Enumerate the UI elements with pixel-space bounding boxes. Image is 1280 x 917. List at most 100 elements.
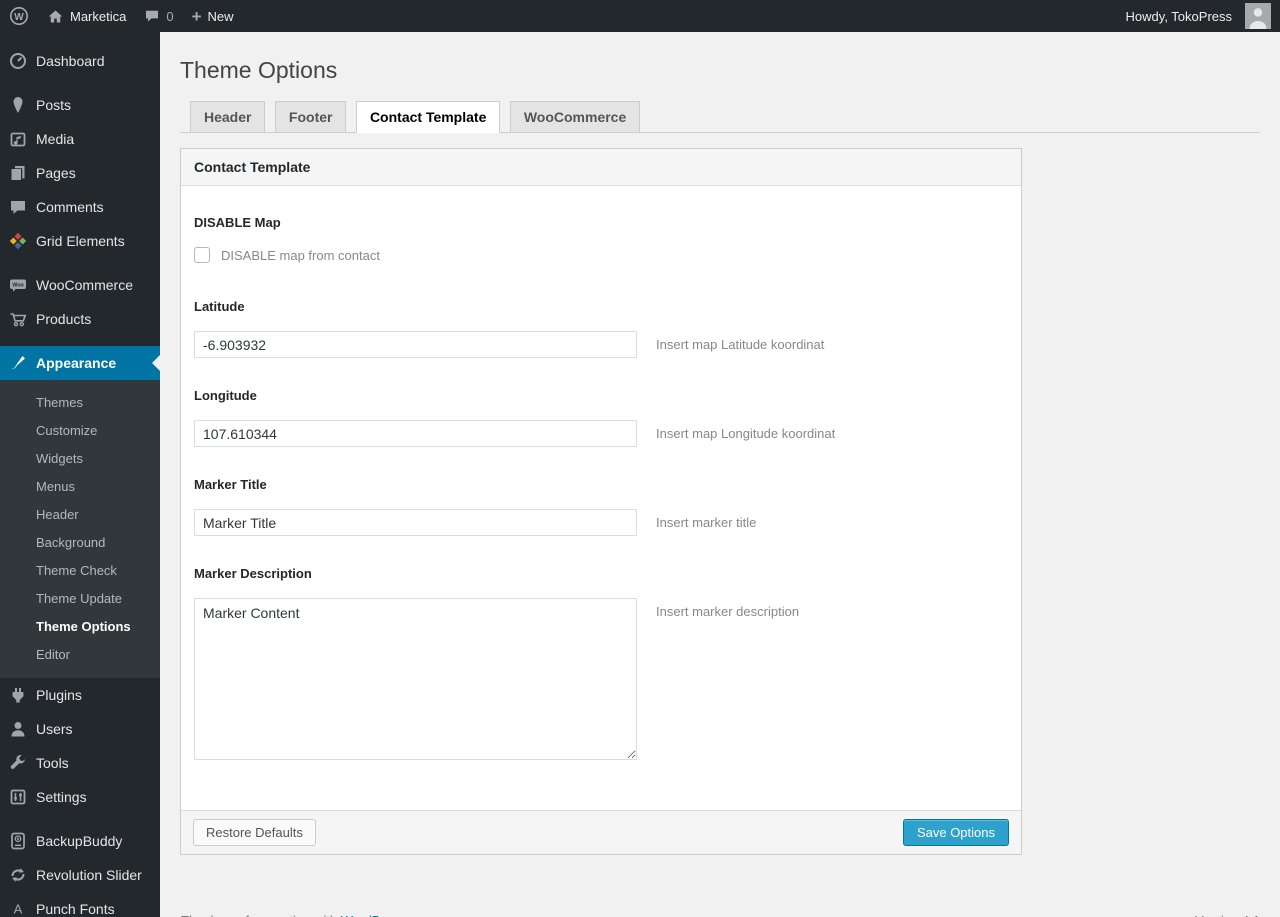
save-options-button[interactable]: Save Options — [902, 819, 1009, 846]
sidebar-item-label: Products — [36, 311, 92, 327]
submenu-item-theme-options[interactable]: Theme Options — [0, 613, 160, 641]
tab-footer[interactable]: Footer — [274, 101, 347, 133]
longitude-input[interactable] — [194, 420, 637, 447]
settings-sliders-icon — [8, 787, 28, 807]
sidebar-item-dashboard[interactable]: Dashboard — [0, 44, 160, 78]
wordpress-logo-icon: W — [9, 6, 29, 26]
sidebar-item-label: Users — [36, 721, 73, 737]
cart-icon — [8, 309, 28, 329]
comments-icon — [8, 197, 28, 217]
latitude-input[interactable] — [194, 331, 637, 358]
latitude-label: Latitude — [194, 299, 245, 314]
sidebar-item-pages[interactable]: Pages — [0, 156, 160, 190]
submenu-item-editor[interactable]: Editor — [0, 641, 160, 669]
tab-woocommerce[interactable]: WooCommerce — [509, 101, 641, 133]
sidebar-item-label: BackupBuddy — [36, 833, 123, 849]
sidebar-item-label: Plugins — [36, 687, 82, 703]
page-footer: Thank you for creating with WordPress. V… — [180, 913, 1260, 917]
latitude-hint: Insert map Latitude koordinat — [656, 337, 825, 352]
sidebar-item-media[interactable]: Media — [0, 122, 160, 156]
avatar — [1245, 3, 1271, 29]
menu-separator — [0, 78, 160, 88]
sidebar-item-comments[interactable]: Comments — [0, 190, 160, 224]
marker-title-input[interactable] — [194, 509, 637, 536]
dashboard-icon — [8, 51, 28, 71]
sidebar-item-woocommerce[interactable]: Woo WooCommerce — [0, 268, 160, 302]
backupbuddy-icon — [8, 831, 28, 851]
submenu-item-customize[interactable]: Customize — [0, 417, 160, 445]
sidebar-item-grid-elements[interactable]: Grid Elements — [0, 224, 160, 258]
menu-separator — [0, 336, 160, 346]
sidebar-item-label: Appearance — [36, 355, 117, 371]
footer-thanks-text: Thank you for creating with WordPress. — [180, 913, 408, 917]
sidebar-item-label: Posts — [36, 97, 72, 113]
new-label: New — [207, 8, 234, 24]
marker-description-hint: Insert marker description — [656, 604, 800, 619]
page-title: Theme Options — [180, 57, 338, 83]
sidebar-item-label: Grid Elements — [36, 233, 125, 249]
sidebar-item-punch-fonts[interactable]: A Punch Fonts — [0, 892, 160, 917]
marker-description-label: Marker Description — [194, 566, 312, 581]
sidebar-item-label: Settings — [36, 789, 87, 805]
disable-map-group: DISABLE Map DISABLE map from contact — [194, 215, 1008, 263]
howdy-account-menu[interactable]: Howdy, TokoPress — [1117, 0, 1280, 32]
tab-contact-template[interactable]: Contact Template — [355, 101, 501, 133]
site-name-menu[interactable]: Marketica — [38, 0, 135, 32]
version-label: Version 4.1 — [1195, 913, 1260, 917]
marker-title-label: Marker Title — [194, 477, 267, 492]
submenu-item-theme-check[interactable]: Theme Check — [0, 557, 160, 585]
sidebar-item-label: Revolution Slider — [36, 867, 142, 883]
plugins-icon — [8, 685, 28, 705]
submenu-item-theme-update[interactable]: Theme Update — [0, 585, 160, 613]
tools-wrench-icon — [8, 753, 28, 773]
pages-icon — [8, 163, 28, 183]
new-content-menu[interactable]: + New — [183, 0, 243, 32]
menu-separator — [0, 814, 160, 824]
tab-bar: Header Footer Contact Template WooCommer… — [180, 101, 1260, 133]
menu-separator — [0, 258, 160, 268]
sidebar-item-backupbuddy[interactable]: BackupBuddy — [0, 824, 160, 858]
latitude-group: Latitude Insert map Latitude koordinat — [194, 299, 1008, 358]
sidebar-item-users[interactable]: Users — [0, 712, 160, 746]
svg-text:W: W — [14, 12, 24, 23]
wp-logo-menu[interactable]: W — [0, 0, 38, 32]
letter-a-icon: A — [8, 899, 28, 917]
wordpress-link[interactable]: WordPress — [340, 913, 404, 917]
sidebar-item-appearance[interactable]: Appearance — [0, 346, 160, 380]
site-name-label: Marketica — [70, 8, 127, 24]
comment-bubble-icon — [144, 8, 160, 24]
submenu-item-background[interactable]: Background — [0, 529, 160, 557]
main-content: Theme Options Header Footer Contact Temp… — [160, 32, 1280, 917]
restore-defaults-button[interactable]: Restore Defaults — [193, 819, 316, 846]
sidebar-item-revolution-slider[interactable]: Revolution Slider — [0, 858, 160, 892]
marker-title-hint: Insert marker title — [656, 515, 757, 530]
sidebar-item-posts[interactable]: Posts — [0, 88, 160, 122]
home-icon — [47, 8, 64, 25]
sidebar-item-label: Comments — [36, 199, 104, 215]
footer-thanks-suffix: . — [404, 913, 408, 917]
contact-template-panel: Contact Template DISABLE Map DISABLE map… — [180, 148, 1022, 855]
submenu-item-themes[interactable]: Themes — [0, 389, 160, 417]
admin-sidebar: Dashboard Posts Media Pages Comments Gri… — [0, 32, 160, 917]
sidebar-item-label: Pages — [36, 165, 76, 181]
sidebar-item-plugins[interactable]: Plugins — [0, 678, 160, 712]
appearance-submenu: Themes Customize Widgets Menus Header Ba… — [0, 380, 160, 678]
sidebar-item-settings[interactable]: Settings — [0, 780, 160, 814]
media-icon — [8, 129, 28, 149]
disable-map-row: DISABLE map from contact — [194, 247, 1008, 263]
submenu-item-widgets[interactable]: Widgets — [0, 445, 160, 473]
panel-footer: Restore Defaults Save Options — [181, 810, 1021, 854]
admin-bar: W Marketica 0 + New Howdy, TokoPress — [0, 0, 1280, 32]
sidebar-item-label: WooCommerce — [36, 277, 133, 293]
tab-header[interactable]: Header — [190, 101, 266, 133]
comments-admin-bar-menu[interactable]: 0 — [135, 0, 182, 32]
panel-title: Contact Template — [181, 149, 1021, 186]
pushpin-icon — [8, 95, 28, 115]
sidebar-item-tools[interactable]: Tools — [0, 746, 160, 780]
disable-map-checkbox[interactable] — [194, 247, 210, 263]
submenu-item-header[interactable]: Header — [0, 501, 160, 529]
sidebar-item-products[interactable]: Products — [0, 302, 160, 336]
admin-bar-left: W Marketica 0 + New — [0, 0, 243, 32]
submenu-item-menus[interactable]: Menus — [0, 473, 160, 501]
marker-description-textarea[interactable]: Marker Content — [194, 598, 637, 760]
